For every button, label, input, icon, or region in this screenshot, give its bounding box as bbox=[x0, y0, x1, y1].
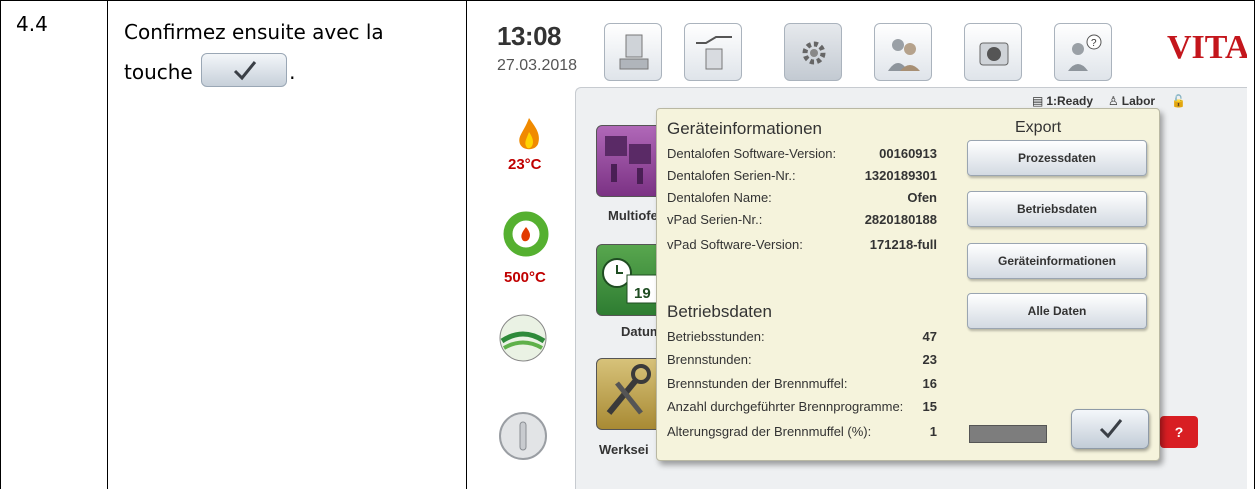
info-row: Brennstunden: 23 bbox=[667, 352, 937, 374]
user-icon: ♙ bbox=[1108, 94, 1119, 108]
info-key: Dentalofen Software-Version: bbox=[667, 146, 837, 161]
info-row: Anzahl durchgeführter Brennprogramme: 15 bbox=[667, 399, 937, 421]
info-row: vPad Serien-Nr.: 2820180188 bbox=[667, 212, 937, 234]
confirm-button[interactable] bbox=[1071, 409, 1149, 449]
tools-icon bbox=[606, 364, 651, 415]
settings-icon bbox=[802, 41, 826, 65]
clock-date: 27.03.2018 bbox=[497, 57, 578, 74]
info-row: Alterungsgrad der Brennmuffel (%): 1 bbox=[667, 424, 937, 446]
status-ready-text: 1:Ready bbox=[1046, 94, 1094, 108]
help-nav-button[interactable]: ? bbox=[1054, 23, 1112, 81]
program-icon bbox=[696, 36, 732, 70]
export-process-data-button[interactable]: Prozessdaten bbox=[967, 140, 1147, 176]
inline-confirm-key-image bbox=[201, 52, 288, 87]
users-nav-button[interactable] bbox=[874, 23, 932, 81]
operating-data-title: Betriebsdaten bbox=[667, 302, 772, 321]
standby-temperature: 500°C bbox=[504, 269, 546, 286]
camera-nav-button[interactable] bbox=[964, 23, 1022, 81]
settings-nav-button[interactable] bbox=[784, 23, 842, 81]
info-value: 15 bbox=[922, 399, 937, 414]
calendar-clock-icon: 19 bbox=[602, 258, 658, 304]
ready-icon: ▤ bbox=[1032, 94, 1044, 108]
help-alert-button[interactable]: ? bbox=[1160, 416, 1198, 448]
export-device-info-button[interactable]: Geräteinformationen bbox=[967, 243, 1147, 279]
lock-icon[interactable]: 🔓 bbox=[1171, 94, 1186, 108]
device-info-title: Geräteinformationen bbox=[667, 119, 822, 138]
calendar-day: 19 bbox=[634, 285, 651, 302]
info-row: vPad Software-Version: 171218-full bbox=[667, 237, 937, 259]
info-row: Brennstunden der Brennmuffel: 16 bbox=[667, 376, 937, 398]
program-nav-button[interactable] bbox=[684, 23, 742, 81]
info-key: Dentalofen Serien-Nr.: bbox=[667, 168, 796, 183]
instruction-line1: Confirmez ensuite avec la bbox=[124, 20, 384, 44]
export-progress-bar bbox=[969, 425, 1047, 443]
svg-text:?: ? bbox=[1091, 38, 1097, 49]
checkmark-icon bbox=[1099, 419, 1123, 439]
export-title: Export bbox=[1015, 119, 1062, 136]
info-value: 2820180188 bbox=[864, 212, 937, 227]
device-screen: 13:08 27.03.2018 ? VITA ▤ 1:Ready ♙ Labor … bbox=[477, 1, 1247, 489]
table-border-col1 bbox=[107, 0, 108, 489]
status-user-text: Labor bbox=[1121, 94, 1156, 108]
table-border-col2 bbox=[466, 0, 467, 489]
instruction-touche: touche bbox=[124, 60, 193, 84]
status-ready: ▤ 1:Ready bbox=[1032, 94, 1093, 108]
info-value: 00160913 bbox=[879, 146, 937, 161]
brand-logo: VITA bbox=[1167, 29, 1247, 66]
help-user-icon: ? bbox=[1068, 34, 1102, 71]
oven-icon bbox=[619, 34, 649, 70]
flame-icon bbox=[519, 118, 539, 150]
cycle-icon bbox=[503, 211, 549, 257]
help-question-icon: ? bbox=[1174, 424, 1184, 440]
info-row: Betriebsstunden: 47 bbox=[667, 329, 937, 351]
multiofen-icon bbox=[605, 136, 651, 184]
info-key: Alterungsgrad der Brennmuffel (%): bbox=[667, 424, 872, 439]
table-border-left bbox=[0, 0, 1, 489]
info-row: Dentalofen Serien-Nr.: 1320189301 bbox=[667, 168, 937, 190]
info-value: 16 bbox=[922, 376, 937, 391]
device-info-dialog: Geräteinformationen Dentalofen Software-… bbox=[656, 108, 1160, 461]
info-value: 171218-full bbox=[869, 237, 937, 252]
export-operating-data-button[interactable]: Betriebsdaten bbox=[967, 191, 1147, 227]
info-key: Betriebsstunden: bbox=[667, 329, 765, 344]
current-temperature: 23°C bbox=[508, 156, 542, 173]
info-key: Brennstunden der Brennmuffel: bbox=[667, 376, 848, 391]
info-key: vPad Software-Version: bbox=[667, 237, 803, 252]
info-key: Brennstunden: bbox=[667, 352, 752, 367]
info-row: Dentalofen Name: Ofen bbox=[667, 190, 937, 212]
step-number: 4.4 bbox=[16, 12, 48, 36]
energy-icon[interactable] bbox=[498, 313, 548, 363]
info-value: 47 bbox=[922, 329, 937, 344]
instruction-period: . bbox=[289, 60, 296, 84]
info-value: 23 bbox=[922, 352, 937, 367]
users-icon bbox=[888, 39, 920, 71]
multiofen-label: Multiofe bbox=[608, 208, 658, 223]
clock-time: 13:08 bbox=[497, 21, 562, 51]
info-key: vPad Serien-Nr.: bbox=[667, 212, 763, 227]
camera-icon bbox=[979, 42, 1009, 66]
info-key: Dentalofen Name: bbox=[667, 190, 772, 205]
info-row: Dentalofen Software-Version: 00160913 bbox=[667, 146, 937, 168]
export-all-data-button[interactable]: Alle Daten bbox=[967, 293, 1147, 329]
oven-nav-button[interactable] bbox=[604, 23, 662, 81]
info-key: Anzahl durchgeführter Brennprogramme: bbox=[667, 399, 904, 414]
info-value: 1 bbox=[929, 424, 937, 439]
instruction-text: Confirmez ensuite avec la touche . bbox=[124, 12, 454, 92]
info-value: Ofen bbox=[907, 190, 937, 205]
tools-label: Werksei bbox=[599, 442, 649, 457]
power-icon[interactable] bbox=[498, 411, 548, 461]
status-user: ♙ Labor bbox=[1108, 94, 1155, 108]
info-value: 1320189301 bbox=[864, 168, 937, 183]
checkmark-icon bbox=[234, 60, 257, 80]
